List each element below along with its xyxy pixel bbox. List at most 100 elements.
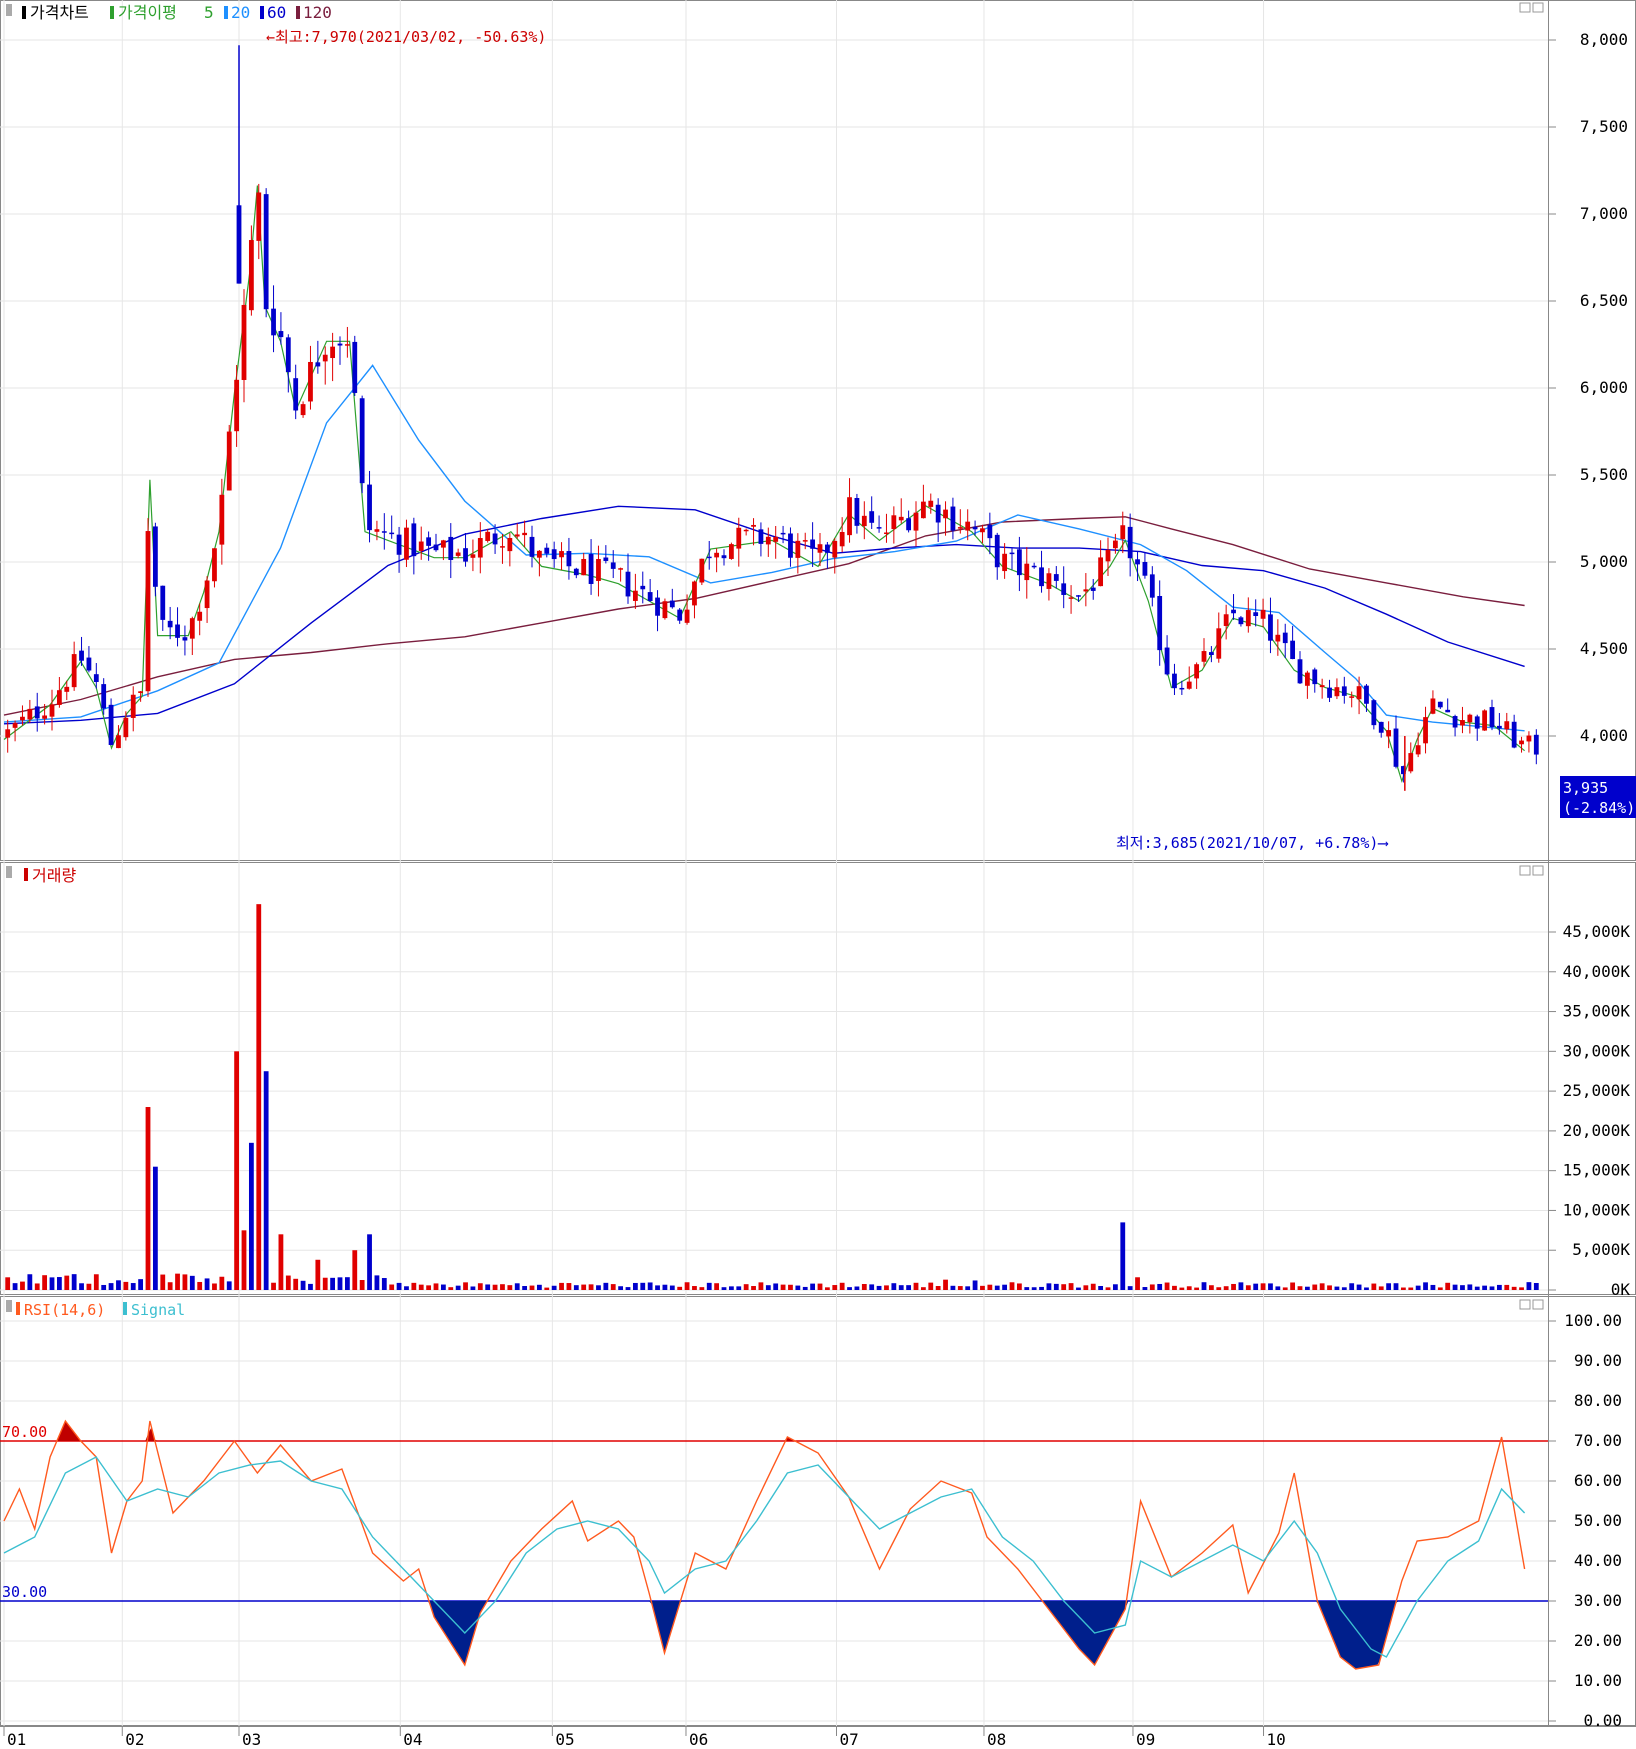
volume-bar bbox=[721, 1287, 727, 1290]
candle-body bbox=[1423, 717, 1428, 744]
volume-bar bbox=[780, 1284, 786, 1290]
x-tick-label: 04 bbox=[403, 1730, 422, 1749]
volume-bar bbox=[278, 1234, 284, 1290]
volume-bar bbox=[1445, 1282, 1451, 1290]
candle-body bbox=[337, 343, 343, 346]
volume-bar bbox=[1460, 1285, 1465, 1290]
price-tick-label: 5,500 bbox=[1580, 465, 1628, 484]
rsi-tick-label: 0.00 bbox=[1583, 1711, 1622, 1730]
volume-bar bbox=[108, 1283, 114, 1290]
volume-bar bbox=[145, 1107, 151, 1290]
volume-tick-label: 15,000K bbox=[1563, 1161, 1631, 1180]
close-icon[interactable] bbox=[1532, 2, 1544, 13]
candle-body bbox=[736, 527, 742, 549]
candle-body bbox=[869, 511, 875, 523]
volume-bar bbox=[920, 1287, 926, 1290]
volume-bar bbox=[1430, 1284, 1436, 1290]
candle-body bbox=[758, 529, 764, 544]
candle-body bbox=[514, 534, 520, 537]
candle-body bbox=[1467, 714, 1473, 723]
close-icon[interactable] bbox=[1532, 1299, 1544, 1310]
candle-body bbox=[293, 378, 299, 411]
candle-body bbox=[1319, 685, 1325, 688]
price-tick-label: 6,500 bbox=[1580, 291, 1628, 310]
volume-bar bbox=[810, 1283, 816, 1290]
candle-body bbox=[278, 331, 284, 338]
volume-bar bbox=[71, 1274, 77, 1290]
candle-body bbox=[1098, 557, 1104, 587]
candle-body bbox=[322, 354, 328, 362]
volume-bar bbox=[514, 1283, 520, 1290]
candle-body bbox=[1216, 628, 1222, 659]
price-legend: 가격차트 가격이평 5 20 60 120 bbox=[6, 3, 332, 22]
candle-body bbox=[56, 690, 62, 705]
volume-tick-label: 40,000K bbox=[1563, 962, 1631, 981]
volume-bar bbox=[182, 1274, 188, 1290]
volume-bar bbox=[1098, 1285, 1104, 1290]
volume-bar bbox=[440, 1284, 446, 1290]
volume-bar bbox=[522, 1286, 528, 1290]
candle-body bbox=[1245, 610, 1251, 627]
x-tick-label: 06 bbox=[689, 1730, 708, 1749]
minimize-icon[interactable] bbox=[1519, 865, 1531, 876]
volume-bar bbox=[632, 1282, 638, 1290]
candle-body bbox=[1179, 687, 1185, 690]
volume-bar bbox=[581, 1284, 587, 1290]
volume-bar bbox=[1201, 1282, 1207, 1290]
volume-bar bbox=[1149, 1284, 1155, 1290]
candle-body bbox=[167, 620, 173, 628]
x-tick-label: 05 bbox=[555, 1730, 574, 1749]
volume-tick-label: 20,000K bbox=[1563, 1121, 1631, 1140]
volume-bar bbox=[322, 1277, 328, 1290]
candle-body bbox=[241, 304, 247, 380]
x-tick-label: 09 bbox=[1136, 1730, 1155, 1749]
volume-bar bbox=[913, 1282, 919, 1290]
candle-body bbox=[404, 527, 409, 560]
volume-bar bbox=[5, 1277, 11, 1290]
volume-bar bbox=[219, 1276, 225, 1290]
candle-body bbox=[204, 580, 210, 609]
price-tick-label: 7,500 bbox=[1580, 117, 1628, 136]
minimize-icon[interactable] bbox=[1519, 2, 1531, 13]
candle-body bbox=[618, 568, 624, 570]
candle-body bbox=[662, 601, 668, 619]
volume-tick-label: 10,000K bbox=[1563, 1200, 1631, 1219]
candle-body bbox=[381, 531, 387, 533]
candle-body bbox=[588, 554, 594, 584]
volume-bar bbox=[167, 1282, 173, 1290]
volume-bar bbox=[152, 1166, 158, 1290]
candle-body bbox=[1208, 652, 1214, 656]
volume-bar bbox=[1356, 1284, 1362, 1290]
candle-body bbox=[1120, 525, 1126, 540]
candle-body bbox=[1526, 735, 1532, 742]
candle-body bbox=[1496, 725, 1502, 729]
volume-bar bbox=[743, 1284, 749, 1290]
volume-bar bbox=[1238, 1282, 1244, 1290]
candle-body bbox=[1164, 647, 1170, 675]
volume-bar bbox=[824, 1287, 830, 1290]
rsi-tick-label: 10.00 bbox=[1574, 1671, 1622, 1690]
candle-body bbox=[1112, 540, 1118, 549]
volume-bar bbox=[662, 1284, 668, 1290]
minimize-icon[interactable] bbox=[1519, 1299, 1531, 1310]
volume-bar bbox=[699, 1287, 705, 1290]
volume-bar bbox=[367, 1234, 372, 1290]
candle-body bbox=[898, 516, 904, 521]
candle-body bbox=[34, 706, 40, 719]
x-tick-label: 01 bbox=[7, 1730, 26, 1749]
volume-bar bbox=[765, 1285, 771, 1290]
volume-bar bbox=[972, 1280, 978, 1290]
volume-tick-label: 30,000K bbox=[1563, 1041, 1631, 1060]
volume-bar bbox=[1467, 1284, 1473, 1290]
volume-bar bbox=[1504, 1284, 1510, 1290]
volume-bar bbox=[994, 1285, 1000, 1290]
close-icon[interactable] bbox=[1532, 865, 1544, 876]
volume-bar bbox=[876, 1285, 882, 1290]
volume-bar bbox=[788, 1284, 793, 1290]
volume-bar bbox=[1076, 1287, 1081, 1290]
x-tick-label: 10 bbox=[1267, 1730, 1286, 1749]
candle-body bbox=[1105, 549, 1111, 562]
volume-bar bbox=[256, 904, 262, 1290]
volume-bar bbox=[93, 1274, 99, 1290]
candle-body bbox=[1430, 698, 1436, 714]
